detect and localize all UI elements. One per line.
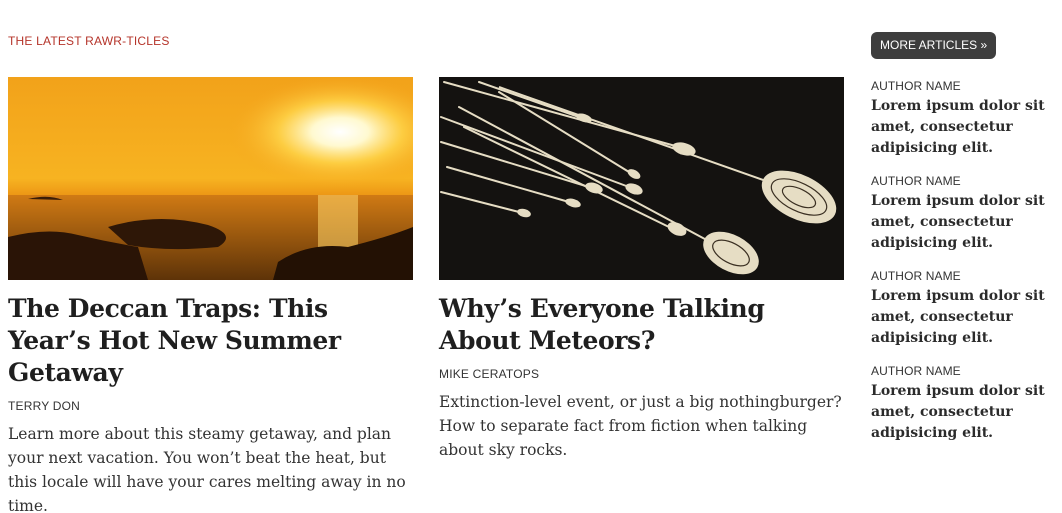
article-image-meteors[interactable] — [439, 77, 844, 280]
section-heading: THE LATEST RAWR-TICLES — [8, 34, 170, 48]
sidebar-article-item[interactable]: AUTHOR NAME Lorem ipsum dolor sit amet, … — [871, 268, 1051, 349]
article-image-sunset[interactable] — [8, 77, 413, 280]
article-author: MIKE CERATOPS — [439, 367, 540, 381]
article-author: TERRY DON — [8, 399, 81, 413]
sidebar-article-item[interactable]: AUTHOR NAME Lorem ipsum dolor sit amet, … — [871, 363, 1051, 444]
article-card[interactable]: The Deccan Traps: This Year’s Hot New Su… — [8, 77, 413, 513]
sidebar-article-author: AUTHOR NAME — [871, 364, 961, 378]
article-title[interactable]: The Deccan Traps: This Year’s Hot New Su… — [8, 293, 413, 389]
sidebar-article-author: AUTHOR NAME — [871, 174, 961, 188]
sidebar-article-list: AUTHOR NAME Lorem ipsum dolor sit amet, … — [871, 78, 1051, 458]
sidebar-article-title[interactable]: Lorem ipsum dolor sit amet, consectetur … — [871, 191, 1051, 254]
sidebar-article-title[interactable]: Lorem ipsum dolor sit amet, consectetur … — [871, 381, 1051, 444]
article-description: Learn more about this steamy getaway, an… — [8, 425, 406, 513]
article-description: Extinction-level event, or just a big no… — [439, 393, 842, 459]
article-card[interactable]: Why’s Everyone Talking About Meteors? MI… — [439, 77, 844, 462]
sidebar-article-author: AUTHOR NAME — [871, 79, 961, 93]
sidebar-article-title[interactable]: Lorem ipsum dolor sit amet, consectetur … — [871, 96, 1051, 159]
sidebar-article-author: AUTHOR NAME — [871, 269, 961, 283]
more-articles-button[interactable]: MORE ARTICLES » — [871, 32, 997, 59]
sidebar-article-item[interactable]: AUTHOR NAME Lorem ipsum dolor sit amet, … — [871, 173, 1051, 254]
sidebar-article-title[interactable]: Lorem ipsum dolor sit amet, consectetur … — [871, 286, 1051, 349]
sidebar-article-item[interactable]: AUTHOR NAME Lorem ipsum dolor sit amet, … — [871, 78, 1051, 159]
article-title[interactable]: Why’s Everyone Talking About Meteors? — [439, 293, 844, 357]
